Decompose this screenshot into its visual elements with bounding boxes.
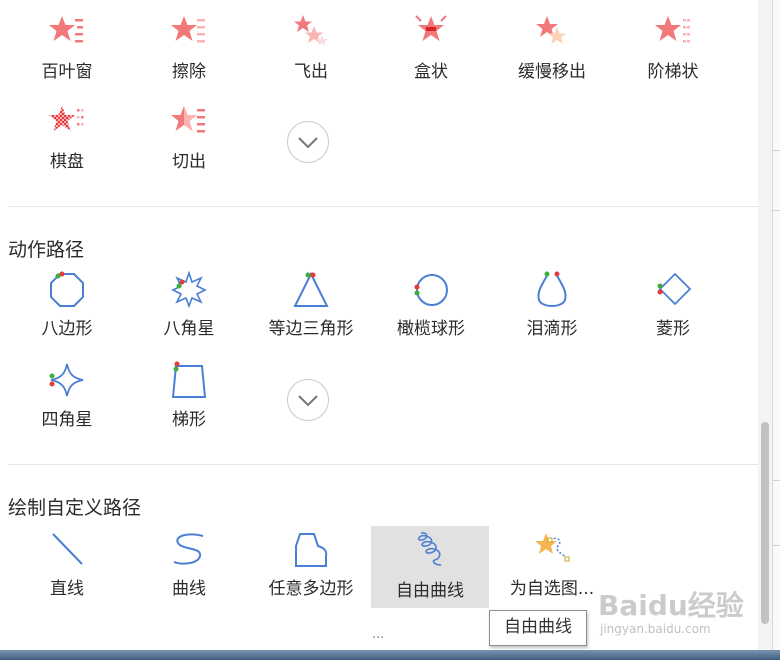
motion-paths-title: 动作路径 bbox=[8, 239, 85, 261]
path-diamond-label: 菱形 bbox=[656, 319, 690, 339]
effect-cut[interactable]: 切出 bbox=[134, 95, 244, 177]
effect-box-label: 盒状 bbox=[414, 62, 448, 82]
chevron-down-icon bbox=[298, 395, 318, 407]
freeform-polygon-icon bbox=[295, 533, 328, 567]
effect-box[interactable]: 盒状 bbox=[376, 5, 486, 87]
blinds-star-icon bbox=[49, 16, 83, 43]
curve-path-icon bbox=[173, 533, 204, 565]
effect-checkerboard[interactable]: 棋盘 bbox=[12, 95, 122, 177]
chevron-down-icon bbox=[298, 137, 318, 149]
football-path-icon bbox=[414, 274, 448, 306]
path-football-label: 橄榄球形 bbox=[397, 319, 465, 339]
path-diamond[interactable]: 菱形 bbox=[618, 262, 728, 344]
effect-fly-out[interactable]: 飞出 bbox=[256, 5, 366, 87]
eight-point-star-path-icon bbox=[171, 270, 207, 308]
effect-step-label: 阶梯状 bbox=[647, 62, 699, 82]
shape-path-icon bbox=[535, 533, 570, 562]
four-point-star-path-icon bbox=[49, 363, 84, 397]
cut-star-icon bbox=[171, 106, 205, 133]
vertical-scrollbar[interactable] bbox=[758, 0, 772, 650]
path-eight-point-star-label: 八角星 bbox=[163, 319, 215, 339]
custom-scribble[interactable]: 自由曲线 bbox=[371, 526, 489, 608]
trapezoid-path-icon bbox=[171, 361, 207, 398]
path-football[interactable]: 橄榄球形 bbox=[376, 262, 486, 344]
effect-wipe[interactable]: 擦除 bbox=[134, 5, 244, 87]
custom-freeform-polygon-label: 任意多边形 bbox=[268, 579, 354, 599]
diamond-path-icon bbox=[657, 272, 692, 306]
crawl-out-star-icon bbox=[536, 16, 566, 44]
effect-checkerboard-label: 棋盘 bbox=[50, 152, 84, 172]
line-path-icon bbox=[52, 533, 83, 565]
checkerboard-star-icon bbox=[49, 106, 84, 131]
custom-paths-title: 绘制自定义路径 bbox=[8, 497, 142, 519]
effect-step[interactable]: 阶梯状 bbox=[618, 5, 728, 87]
effect-fly-out-label: 飞出 bbox=[294, 62, 328, 82]
resize-grip[interactable]: ... bbox=[372, 627, 384, 642]
path-triangle-label: 等边三角形 bbox=[268, 319, 354, 339]
path-teardrop-label: 泪滴形 bbox=[526, 319, 578, 339]
more-exit-effects-button[interactable] bbox=[287, 121, 329, 163]
section-divider bbox=[8, 464, 758, 465]
custom-shape-path[interactable]: 为自选图... bbox=[497, 522, 607, 604]
animation-gallery-panel: 百叶窗 擦除 飞出 盒状 缓慢移出 阶梯状 棋盘 切出 动作路径 八边形 八角星… bbox=[0, 0, 758, 650]
step-star-icon bbox=[655, 16, 690, 43]
box-star-icon bbox=[415, 15, 447, 41]
effect-wipe-label: 擦除 bbox=[172, 62, 206, 82]
fly-out-star-icon bbox=[294, 15, 328, 46]
wipe-star-icon bbox=[171, 16, 205, 43]
scrollbar-thumb[interactable] bbox=[761, 422, 769, 624]
taskbar bbox=[0, 650, 780, 660]
custom-line[interactable]: 直线 bbox=[12, 522, 122, 604]
scribble-path-icon bbox=[417, 532, 442, 566]
watermark-url: jingyan.baidu.com bbox=[600, 622, 711, 636]
effect-blinds-label: 百叶窗 bbox=[41, 62, 93, 82]
custom-line-label: 直线 bbox=[50, 579, 84, 599]
path-eight-point-star[interactable]: 八角星 bbox=[134, 262, 244, 344]
path-trapezoid[interactable]: 梯形 bbox=[134, 353, 244, 435]
custom-curve-label: 曲线 bbox=[172, 579, 206, 599]
triangle-path-icon bbox=[293, 271, 329, 307]
teardrop-path-icon bbox=[537, 271, 567, 307]
effect-crawl-out-label: 缓慢移出 bbox=[518, 62, 586, 82]
section-divider bbox=[8, 206, 758, 207]
background-window-edge bbox=[772, 0, 780, 650]
more-motion-paths-button[interactable] bbox=[287, 379, 329, 421]
effect-crawl-out[interactable]: 缓慢移出 bbox=[497, 5, 607, 87]
path-octagon[interactable]: 八边形 bbox=[12, 262, 122, 344]
path-octagon-label: 八边形 bbox=[41, 319, 93, 339]
path-four-point-star-label: 四角星 bbox=[41, 410, 93, 430]
octagon-path-icon bbox=[50, 271, 84, 307]
effect-cut-label: 切出 bbox=[172, 152, 206, 172]
path-four-point-star[interactable]: 四角星 bbox=[12, 353, 122, 435]
custom-curve[interactable]: 曲线 bbox=[134, 522, 244, 604]
custom-shape-path-label: 为自选图... bbox=[509, 579, 595, 599]
custom-freeform-polygon[interactable]: 任意多边形 bbox=[256, 522, 366, 604]
path-teardrop[interactable]: 泪滴形 bbox=[497, 262, 607, 344]
path-trapezoid-label: 梯形 bbox=[172, 410, 206, 430]
effect-blinds[interactable]: 百叶窗 bbox=[12, 5, 122, 87]
tooltip: 自由曲线 bbox=[489, 610, 587, 646]
path-triangle[interactable]: 等边三角形 bbox=[256, 262, 366, 344]
watermark-logo: Baidu经验 bbox=[598, 589, 744, 622]
custom-scribble-label: 自由曲线 bbox=[396, 581, 464, 601]
